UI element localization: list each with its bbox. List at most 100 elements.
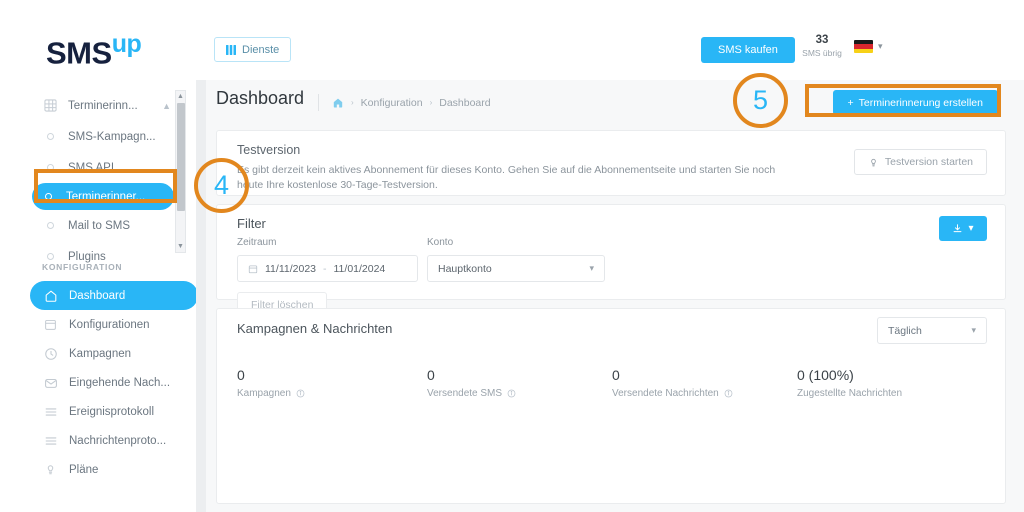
stat-label: Versendete SMS [427,388,503,399]
sidebar-item-label: Konfigurationen [69,318,150,331]
annotation-box-create-button [805,84,1001,117]
sidebar-item-label: Ereignisprotokoll [69,405,155,418]
annotation-box-sidebar [34,169,177,203]
date-range-input[interactable]: 11/11/2023 - 11/01/2024 [237,255,418,282]
start-trial-button[interactable]: Testversion starten [853,149,987,175]
sms-balance: 33 SMS übrig [792,34,852,59]
list-icon [42,432,59,449]
period-selected-value: Täglich [888,324,922,337]
annotation-step-5: 5 [733,73,788,128]
sidebar-item-eingehende-nachrichten[interactable]: Eingehende Nach... [30,368,200,397]
bulb-icon [868,157,879,168]
stat-label: Versendete Nachrichten [612,388,719,399]
sidebar-section-title: KONFIGURATION [42,262,123,272]
info-icon[interactable] [724,389,733,398]
breadcrumb: › Konfiguration › Dashboard [318,94,491,111]
language-selector[interactable]: ▾ [854,40,883,53]
period-field-label: Zeitraum [237,237,277,248]
clock-icon [42,345,59,362]
sidebar-item-label: Nachrichtenproto... [69,434,167,447]
account-select[interactable]: Hauptkonto ▾ [427,255,605,282]
sidebar-item-plaene[interactable]: Pläne [30,455,200,484]
sidebar-divider [196,80,206,512]
chevron-down-icon[interactable]: ▾ [589,263,594,274]
breadcrumb-separator: › [351,98,354,107]
start-trial-label: Testversion starten [884,156,973,168]
grid-icon [226,44,236,55]
trial-card-title: Testversion [237,143,301,157]
stat-value: 0 [237,367,245,383]
breadcrumb-item-konfiguration[interactable]: Konfiguration [361,97,423,109]
sidebar-item-ereignisprotokoll[interactable]: Ereignisprotokoll [30,397,200,426]
stat-kampagnen: 0 Kampagnen [237,367,305,399]
services-button-label: Dienste [242,43,280,56]
stat-versendete-nachrichten: 0 Versendete Nachrichten [612,367,733,399]
date-to-value: 11/01/2024 [333,262,386,275]
sidebar-item-mail-to-sms[interactable]: Mail to SMS [34,210,189,241]
stats-card: Kampagnen & Nachrichten Täglich ▾ 0 Kamp… [216,308,1006,504]
radio-icon [42,129,58,145]
list-icon [42,403,59,420]
sidebar-item-dashboard[interactable]: Dashboard [30,281,198,310]
german-flag-icon [854,40,873,53]
stat-label-wrap: Kampagnen [237,388,305,399]
services-button[interactable]: Dienste [214,37,292,62]
sidebar-item-terminerinnerungen-group[interactable]: Terminerinn... ▲ [34,90,189,121]
trial-card: Testversion Es gibt derzeit kein aktives… [216,130,1006,196]
sidebar-item-label: Plugins [68,250,106,263]
breadcrumb-item-dashboard[interactable]: Dashboard [439,97,490,109]
stats-card-title: Kampagnen & Nachrichten [237,321,393,336]
logo-main-text: SMS [46,35,112,71]
chevron-down-icon[interactable]: ▾ [878,41,883,52]
stat-label-wrap: Zugestellte Nachrichten [797,388,902,399]
sidebar-item-kampagnen[interactable]: Kampagnen [30,339,200,368]
stat-label: Kampagnen [237,388,291,399]
home-icon [42,287,59,304]
account-selected-value: Hauptkonto [438,262,492,275]
sidebar: SMSup Terminerinn... ▲ SMS-Kampagn... SM… [0,0,198,512]
chevron-down-icon[interactable]: ▾ [971,325,976,336]
scroll-up-arrow-icon[interactable]: ▲ [176,91,185,102]
breadcrumb-separator: › [429,98,433,107]
sidebar-item-nachrichtenprotokoll[interactable]: Nachrichtenproto... [30,426,200,455]
home-icon[interactable] [332,97,344,109]
export-download-button[interactable]: ▾ [939,216,987,241]
info-icon[interactable] [507,389,516,398]
app-logo[interactable]: SMSup [46,30,142,71]
page-title: Dashboard [216,88,305,108]
app-root: SMSup Terminerinn... ▲ SMS-Kampagn... SM… [0,0,1024,512]
chevron-down-icon[interactable]: ▾ [968,223,973,234]
filter-card-title: Filter [237,216,266,231]
envelope-icon [42,374,59,391]
stat-value: 0 [612,367,620,383]
sidebar-item-label: Dashboard [69,289,126,302]
sidebar-item-label: Terminerinn... [68,99,138,112]
sidebar-config-section: KONFIGURATION Dashboard Konfigurationen [30,262,200,484]
calendar-icon [248,264,258,274]
sidebar-item-konfigurationen[interactable]: Konfigurationen [30,310,200,339]
scrollbar-thumb[interactable] [177,103,185,211]
account-field-label: Konto [427,237,454,248]
stat-value: 0 (100%) [797,367,854,383]
stat-zugestellte-nachrichten: 0 (100%) Zugestellte Nachrichten [797,367,902,399]
filter-card: Filter Zeitraum 11/11/2023 - 11/01/2024 … [216,204,1006,317]
sidebar-item-label: Eingehende Nach... [69,376,171,389]
sms-balance-count: 33 [815,34,829,46]
topbar: Dienste SMS kaufen 33 SMS übrig ▾ [206,0,1024,80]
calendar-icon [42,316,59,333]
sidebar-item-label: SMS-Kampagn... [68,130,156,143]
scroll-down-arrow-icon[interactable]: ▼ [176,241,185,252]
grid-icon [42,98,58,114]
date-from-value: 11/11/2023 [265,262,316,275]
info-icon[interactable] [296,389,305,398]
download-icon [952,223,963,234]
sidebar-item-label: Mail to SMS [68,219,130,232]
logo-sup-text: up [111,30,142,58]
radio-icon [42,218,58,234]
sidebar-item-sms-kampagnen[interactable]: SMS-Kampagn... [34,121,189,152]
stat-versendete-sms: 0 Versendete SMS [427,367,516,399]
trial-card-description: Es gibt derzeit kein aktives Abonnement … [237,164,776,191]
annotation-step-4: 4 [194,158,249,213]
period-granularity-select[interactable]: Täglich ▾ [877,317,987,344]
buy-sms-button[interactable]: SMS kaufen [701,37,795,63]
